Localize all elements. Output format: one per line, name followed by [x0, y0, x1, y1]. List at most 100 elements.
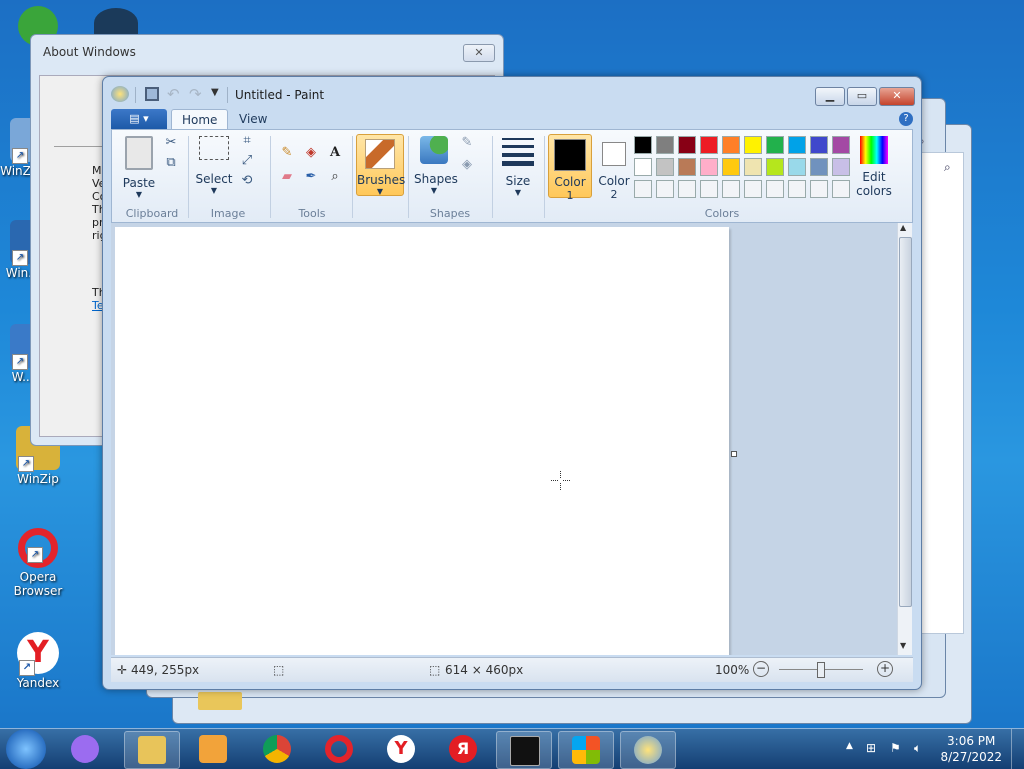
scroll-down-icon[interactable]: ▼ — [900, 641, 906, 650]
file-menu-button[interactable]: ▤ ▾ — [111, 109, 167, 129]
custom-color-swatch[interactable] — [700, 180, 718, 198]
tray-overflow-icon[interactable]: ▲ — [846, 741, 853, 751]
palette-swatch[interactable] — [656, 136, 674, 154]
volume-icon[interactable]: 🔈︎ — [914, 741, 921, 756]
rotate-icon[interactable]: ⟲ — [238, 172, 256, 190]
resize-icon[interactable]: ⤢ — [238, 152, 256, 170]
palette-swatch[interactable] — [744, 136, 762, 154]
desktop-icon-opera[interactable]: ↗ Opera Browser — [6, 528, 70, 598]
taskbar-yandex-browser[interactable]: Y — [374, 731, 428, 767]
palette-swatch[interactable] — [810, 158, 828, 176]
taskbar-paint[interactable] — [620, 731, 676, 769]
clock-date: 8/27/2022 — [940, 750, 1002, 764]
palette-swatch[interactable] — [634, 136, 652, 154]
custom-color-swatch[interactable] — [744, 180, 762, 198]
cut-icon[interactable]: ✂ — [162, 134, 180, 152]
tab-home[interactable]: Home — [171, 109, 229, 130]
about-close-button[interactable]: ✕ — [463, 44, 495, 62]
size-button[interactable]: Size ▼ — [498, 136, 538, 197]
shapes-button[interactable]: Shapes ▼ — [414, 136, 458, 195]
palette-swatch[interactable] — [832, 136, 850, 154]
crop-icon[interactable]: ⌗ — [238, 132, 256, 150]
palette-swatch[interactable] — [788, 158, 806, 176]
palette-swatch[interactable] — [744, 158, 762, 176]
paste-button[interactable]: Paste ▼ — [120, 136, 158, 199]
custom-color-swatch[interactable] — [832, 180, 850, 198]
start-button[interactable] — [6, 729, 46, 769]
ribbon-separator — [492, 136, 493, 218]
custom-color-swatch[interactable] — [810, 180, 828, 198]
fill-style-icon[interactable]: ◈ — [458, 156, 476, 174]
brushes-button[interactable]: Brushes ▼ — [356, 134, 405, 196]
taskbar-cmd[interactable] — [496, 731, 552, 769]
zoom-in-button[interactable]: + — [877, 661, 893, 677]
custom-color-swatch[interactable] — [722, 180, 740, 198]
minimize-button[interactable]: ▁ — [815, 87, 845, 106]
ribbon-separator — [352, 136, 353, 218]
drawing-canvas[interactable] — [115, 227, 729, 655]
taskbar-alice[interactable] — [58, 731, 112, 767]
paint-window[interactable]: ↶ ↷ ▼ Untitled - Paint ▁ ▭ ✕ ▤ ▾ Home Vi… — [102, 76, 922, 690]
ribbon: Paste ▼ ✂ ⧉ Clipboard Select ▼ ⌗ ⤢ ⟲ Ima… — [111, 129, 913, 223]
palette-swatch[interactable] — [766, 136, 784, 154]
action-center-icon[interactable]: ⚑ — [890, 741, 901, 755]
custom-color-swatch[interactable] — [766, 180, 784, 198]
taskbar-yandex[interactable]: Я — [436, 731, 490, 767]
custom-color-swatch[interactable] — [788, 180, 806, 198]
palette-swatch[interactable] — [678, 136, 696, 154]
vertical-scrollbar[interactable]: ▲ ▼ — [897, 223, 912, 655]
text-icon[interactable]: A — [326, 144, 344, 162]
palette-swatch[interactable] — [788, 136, 806, 154]
save-icon[interactable] — [145, 87, 159, 101]
cmd-icon — [510, 736, 540, 766]
palette-swatch[interactable] — [634, 158, 652, 176]
palette-swatch[interactable] — [700, 136, 718, 154]
palette-swatch[interactable] — [678, 158, 696, 176]
close-button[interactable]: ✕ — [879, 87, 915, 106]
palette-swatch[interactable] — [832, 158, 850, 176]
select-button[interactable]: Select ▼ — [194, 136, 234, 195]
desktop-icon-yandex[interactable]: Y ↗ Yandex — [6, 632, 70, 690]
palette-swatch[interactable] — [656, 158, 674, 176]
scroll-thumb[interactable] — [899, 237, 912, 607]
undo-icon[interactable]: ↶ — [167, 85, 180, 103]
taskbar-chrome[interactable] — [250, 731, 304, 767]
clock[interactable]: 3:06 PM 8/27/2022 — [940, 733, 1002, 765]
redo-icon[interactable]: ↷ — [189, 85, 202, 103]
paint-app-icon[interactable] — [111, 86, 129, 102]
tab-view[interactable]: View — [229, 109, 277, 129]
maximize-button[interactable]: ▭ — [847, 87, 877, 106]
taskbar-media-player[interactable] — [186, 731, 240, 767]
edit-colors-button[interactable]: Edit colors — [854, 136, 894, 198]
show-desktop-button[interactable] — [1011, 729, 1024, 769]
color2-button[interactable]: Color 2 — [594, 134, 634, 201]
search-icon[interactable]: ⌕ — [944, 160, 962, 178]
help-icon[interactable]: ? — [899, 112, 913, 126]
network-icon[interactable]: ⊞ — [866, 741, 876, 755]
custom-color-swatch[interactable] — [656, 180, 674, 198]
palette-swatch[interactable] — [722, 136, 740, 154]
paint-titlebar[interactable]: ↶ ↷ ▼ Untitled - Paint ▁ ▭ ✕ — [103, 77, 921, 107]
taskbar-opera[interactable] — [312, 731, 366, 767]
eraser-icon[interactable]: ▰ — [278, 168, 296, 186]
palette-swatch[interactable] — [700, 158, 718, 176]
palette-swatch[interactable] — [766, 158, 784, 176]
outline-icon[interactable]: ✎ — [458, 134, 476, 152]
pencil-icon[interactable]: ✎ — [278, 144, 296, 162]
zoom-out-button[interactable]: − — [753, 661, 769, 677]
custom-color-swatch[interactable] — [634, 180, 652, 198]
taskbar-explorer[interactable] — [124, 731, 180, 769]
color-picker-icon[interactable]: ✒ — [302, 168, 320, 186]
magnifier-icon[interactable]: ⌕ — [326, 168, 344, 186]
fill-icon[interactable]: ◈ — [302, 144, 320, 162]
zoom-slider-thumb[interactable] — [817, 662, 825, 678]
color1-button[interactable]: Color 1 — [548, 134, 592, 202]
palette-swatch[interactable] — [722, 158, 740, 176]
copy-icon[interactable]: ⧉ — [162, 154, 180, 172]
taskbar-windows-about[interactable] — [558, 731, 614, 769]
custom-color-swatch[interactable] — [678, 180, 696, 198]
palette-swatch[interactable] — [810, 136, 828, 154]
scroll-up-icon[interactable]: ▲ — [900, 223, 906, 232]
canvas-resize-handle[interactable] — [731, 451, 737, 457]
qat-dropdown-icon[interactable]: ▼ — [211, 87, 219, 98]
